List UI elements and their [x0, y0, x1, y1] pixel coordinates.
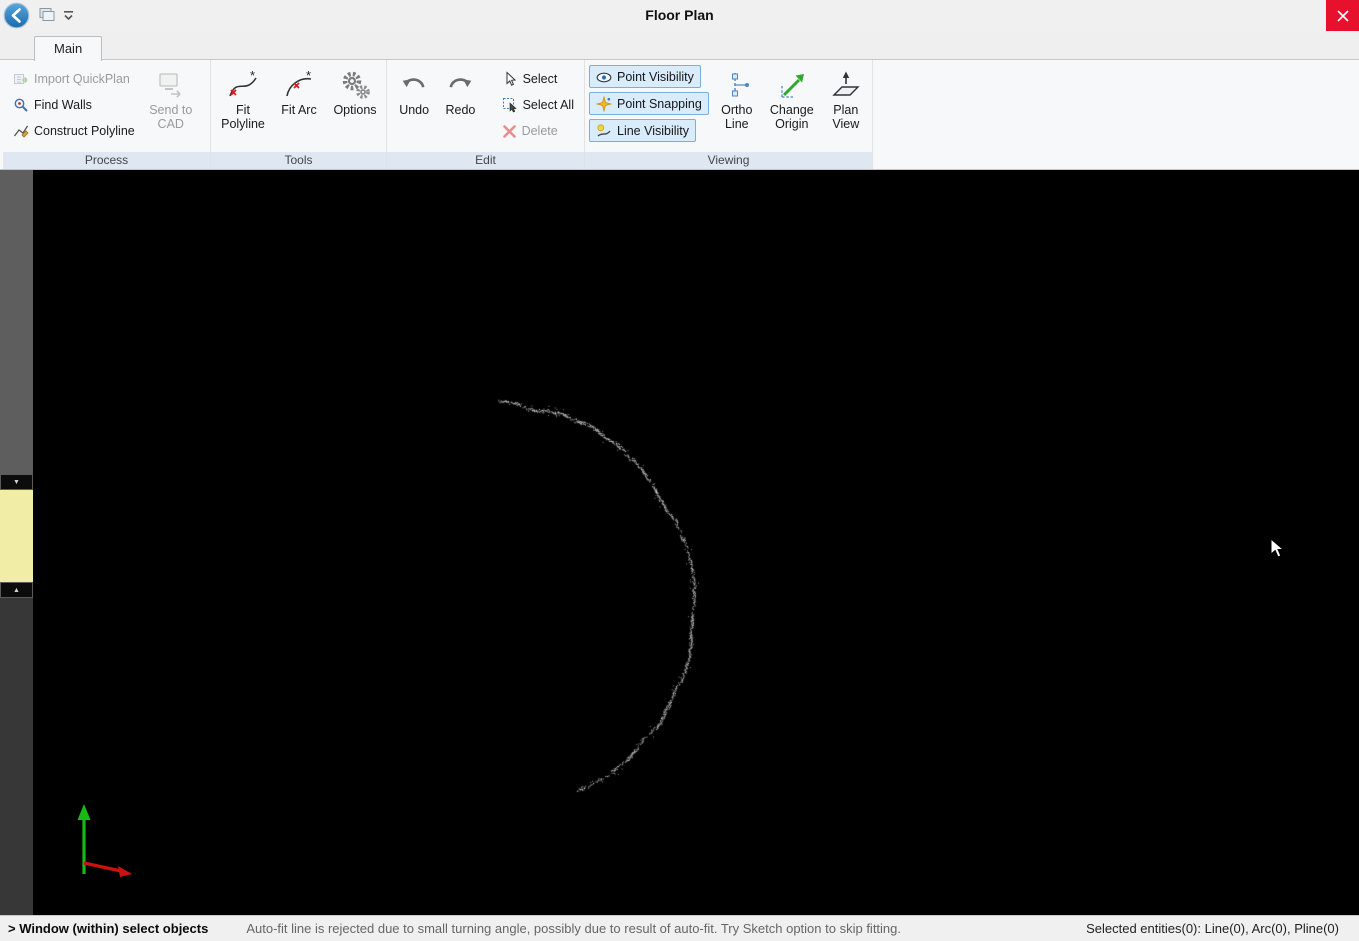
import-quickplan-icon — [13, 71, 29, 87]
ortho-line-icon — [721, 69, 753, 101]
side-panel: ▼ ▲ — [0, 170, 33, 915]
plan-view-button[interactable]: Plan View — [825, 60, 867, 150]
select-all-button[interactable]: Select All — [496, 92, 580, 118]
plan-view-label: Plan View — [825, 103, 867, 131]
send-to-cad-icon — [156, 70, 186, 100]
ortho-line-label: Ortho Line — [715, 103, 759, 131]
scroll-up-icon: ▲ — [13, 587, 20, 594]
point-snapping-label: Point Snapping — [617, 97, 702, 111]
ribbon-group-tools: * Fit Polyline * Fit Arc — [211, 60, 387, 169]
import-quickplan-label: Import QuickPlan — [34, 72, 130, 86]
fit-polyline-icon: * — [227, 69, 259, 101]
workspace: ▼ ▲ — [0, 170, 1359, 915]
side-panel-track-top — [0, 170, 33, 474]
redo-icon — [446, 71, 474, 99]
change-origin-button[interactable]: Change Origin — [765, 60, 819, 150]
select-icon — [502, 71, 518, 87]
group-label-process: Process — [3, 152, 210, 169]
point-snapping-icon — [596, 96, 612, 112]
select-all-label: Select All — [523, 98, 574, 112]
import-quickplan-button[interactable]: Import QuickPlan — [7, 66, 141, 92]
line-visibility-icon — [596, 123, 612, 139]
scroll-up-button[interactable]: ▲ — [0, 582, 33, 598]
options-label: Options — [333, 103, 376, 117]
ribbon-tab-strip: Main — [0, 31, 1359, 60]
send-to-cad-button[interactable]: Send to CAD — [147, 60, 195, 150]
selection-summary: Selected entities(0): Line(0), Arc(0), P… — [1086, 921, 1359, 936]
group-label-viewing: Viewing — [585, 152, 872, 169]
undo-label: Undo — [399, 103, 429, 117]
eye-icon — [596, 69, 612, 85]
construct-polyline-icon — [13, 123, 29, 139]
change-origin-label: Change Origin — [765, 103, 819, 131]
fit-arc-icon: * — [283, 69, 315, 101]
plan-view-icon — [830, 69, 862, 101]
find-walls-button[interactable]: Find Walls — [7, 92, 141, 118]
find-walls-label: Find Walls — [34, 98, 92, 112]
close-button[interactable] — [1326, 0, 1359, 31]
fit-polyline-label: Fit Polyline — [217, 103, 269, 131]
undo-button[interactable]: Undo — [395, 60, 433, 150]
range-indicator[interactable] — [0, 490, 33, 582]
undo-icon — [400, 71, 428, 99]
title-bar: Floor Plan — [0, 0, 1359, 31]
point-visibility-label: Point Visibility — [617, 70, 694, 84]
delete-icon — [502, 124, 517, 139]
group-label-tools: Tools — [211, 152, 386, 169]
tab-main[interactable]: Main — [34, 36, 102, 61]
select-button[interactable]: Select — [496, 66, 580, 92]
side-panel-track-bottom — [0, 598, 33, 915]
ribbon-group-process: Import QuickPlan Find Walls — [3, 60, 211, 169]
options-icon — [339, 69, 371, 101]
find-walls-icon — [13, 97, 29, 113]
send-to-cad-label: Send to CAD — [147, 103, 195, 131]
construct-polyline-label: Construct Polyline — [34, 124, 135, 138]
ortho-line-button[interactable]: Ortho Line — [715, 60, 759, 150]
construct-polyline-button[interactable]: Construct Polyline — [7, 118, 141, 144]
point-visibility-toggle[interactable]: Point Visibility — [589, 65, 701, 88]
command-prompt-text: > Window (within) select objects — [8, 921, 208, 936]
redo-label: Redo — [445, 103, 475, 117]
select-label: Select — [523, 72, 558, 86]
fit-arc-label: Fit Arc — [281, 103, 316, 117]
ribbon-group-viewing: Point Visibility Point Snapping — [585, 60, 873, 169]
point-snapping-toggle[interactable]: Point Snapping — [589, 92, 709, 115]
ribbon-group-edit: Undo Redo Se — [387, 60, 585, 169]
line-visibility-toggle[interactable]: Line Visibility — [589, 119, 696, 142]
ribbon: Import QuickPlan Find Walls — [0, 60, 1359, 170]
options-button[interactable]: Options — [329, 60, 381, 150]
fit-arc-button[interactable]: * Fit Arc — [273, 60, 325, 150]
select-all-icon — [502, 97, 518, 113]
scroll-down-button[interactable]: ▼ — [0, 474, 33, 490]
scroll-down-icon: ▼ — [13, 479, 20, 486]
status-message: Auto-fit line is rejected due to small t… — [246, 921, 1086, 936]
delete-label: Delete — [522, 124, 558, 138]
window-title: Floor Plan — [0, 0, 1359, 31]
fit-polyline-button[interactable]: * Fit Polyline — [217, 60, 269, 150]
app-window: Floor Plan Main Import — [0, 0, 1359, 941]
drawing-canvas[interactable] — [33, 170, 1359, 915]
svg-text:*: * — [306, 69, 311, 83]
line-visibility-label: Line Visibility — [617, 124, 689, 138]
delete-button[interactable]: Delete — [496, 118, 580, 144]
group-label-edit: Edit — [387, 152, 584, 169]
change-origin-icon — [776, 69, 808, 101]
close-icon — [1337, 10, 1349, 22]
redo-button[interactable]: Redo — [441, 60, 479, 150]
svg-text:*: * — [250, 69, 255, 83]
status-bar: > Window (within) select objects Auto-fi… — [0, 915, 1359, 941]
